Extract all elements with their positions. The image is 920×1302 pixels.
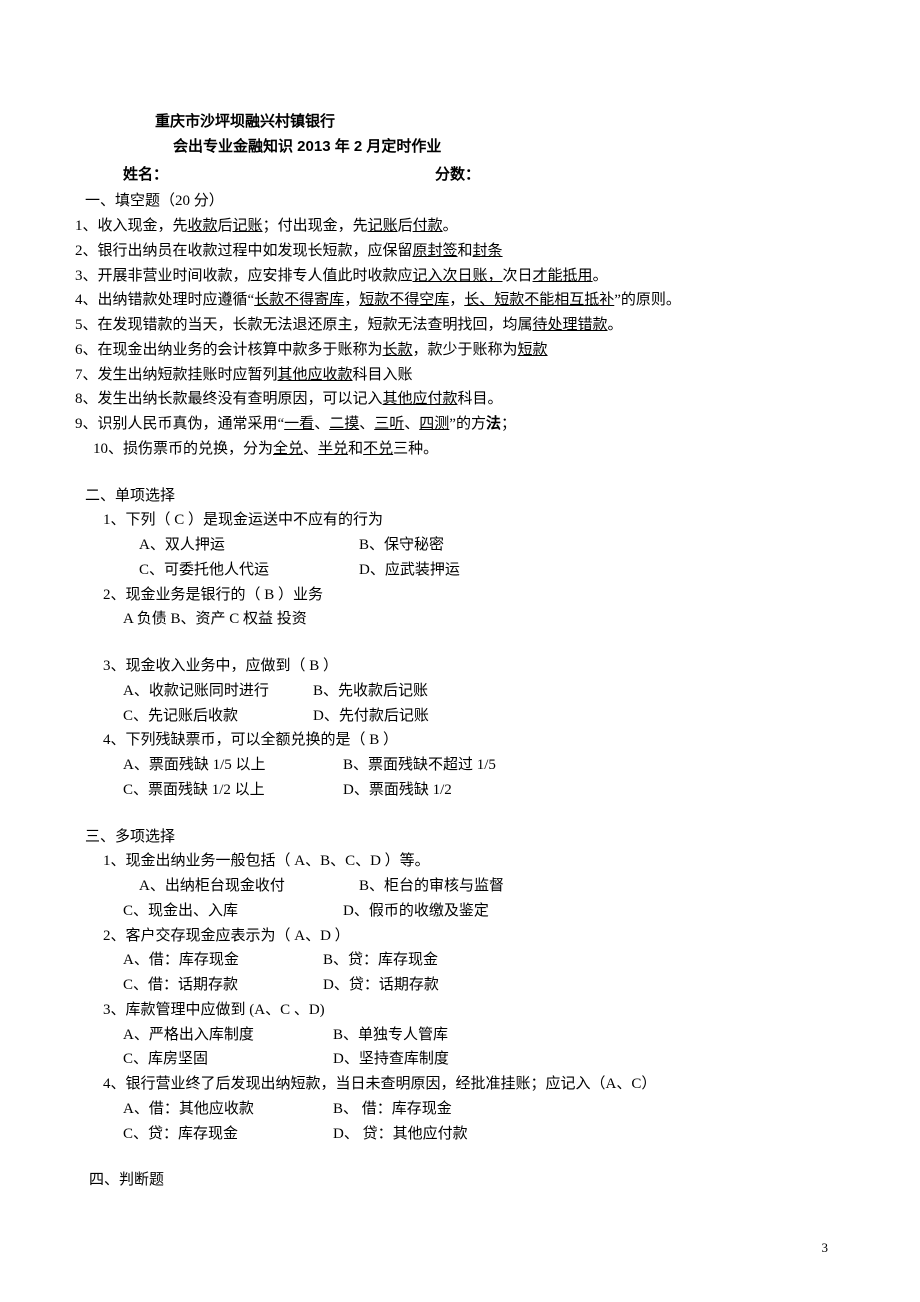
multi-q2-c: C、借：话期存款 [123,973,323,998]
multi-q2-d: D、贷：话期存款 [323,973,439,998]
multi-q3-d: D、坚持查库制度 [333,1047,449,1072]
multi-q1-opts-row2: C、现金出、入库 D、假币的收缴及鉴定 [75,899,830,924]
multi-q4-d: D、 贷：其他应付款 [333,1122,468,1147]
single-q3-opts-row2: C、先记账后收款 D、先付款后记账 [75,704,830,729]
single-q4-opts-row1: A、票面残缺 1/5 以上 B、票面残缺不超过 1/5 [75,753,830,778]
org-title: 重庆市沙坪坝融兴村镇银行 [155,110,830,135]
single-q2-opts: A 负债 B、资产 C 权益 投资 [75,607,830,632]
single-q4-b: B、票面残缺不超过 1/5 [343,753,496,778]
multi-q2-opts-row2: C、借：话期存款 D、贷：话期存款 [75,973,830,998]
multi-q3-a: A、严格出入库制度 [123,1023,333,1048]
section-2-title: 二、单项选择 [75,484,830,509]
single-q4-d: D、票面残缺 1/2 [343,778,452,803]
multi-q1-a: A、出纳柜台现金收付 [139,874,359,899]
multi-q1-d: D、假币的收缴及鉴定 [343,899,489,924]
single-q3-b: B、先收款后记账 [313,679,428,704]
single-q3-d: D、先付款后记账 [313,704,429,729]
single-q3-a: A、收款记账同时进行 [123,679,313,704]
fill-q6: 6、在现金出纳业务的会计核算中款多于账称为长款，款少于账称为短款 [75,338,830,363]
doc-subtitle: 会出专业金融知识 2013 年 2 月定时作业 [155,135,830,160]
single-q1-opts-row1: A、双人押运 B、保守秘密 [75,533,830,558]
multi-q2: 2、客户交存现金应表示为（ A、D ） [75,924,830,949]
multi-q2-a: A、借：库存现金 [123,948,323,973]
single-q3-opts-row1: A、收款记账同时进行 B、先收款后记账 [75,679,830,704]
single-q3: 3、现金收入业务中，应做到（ B ） [75,654,830,679]
multi-q1-b: B、柜台的审核与监督 [359,874,504,899]
single-q2: 2、现金业务是银行的（ B ）业务 [75,583,830,608]
multi-q1-c: C、现金出、入库 [123,899,343,924]
fill-q3: 3、开展非营业时间收款，应安排专人值此时收款应记入次日账，次日才能抵用。 [75,264,830,289]
section-4-title: 四、判断题 [75,1168,830,1193]
multi-q4-c: C、贷：库存现金 [123,1122,333,1147]
single-q1-d: D、应武装押运 [359,558,460,583]
single-q1-b: B、保守秘密 [359,533,444,558]
single-q1-c: C、可委托他人代运 [139,558,359,583]
multi-q3-c: C、库房坚固 [123,1047,333,1072]
name-score-row: 姓名： 分数： [75,163,830,188]
fill-q9: 9、识别人民币真伪，通常采用“一看、二摸、三听、四测”的方法； [75,412,830,437]
multi-q1: 1、现金出纳业务一般包括（ A、B、C、D ）等。 [75,849,830,874]
fill-q8: 8、发生出纳长款最终没有查明原因，可以记入其他应付款科目。 [75,387,830,412]
fill-q4: 4、出纳错款处理时应遵循“长款不得寄库，短款不得空库，长、短款不能相互抵补”的原… [75,288,830,313]
multi-q3-b: B、单独专人管库 [333,1023,448,1048]
multi-q4-opts-row1: A、借：其他应收款 B、 借：库存现金 [75,1097,830,1122]
multi-q4-a: A、借：其他应收款 [123,1097,333,1122]
multi-q1-opts-row1: A、出纳柜台现金收付 B、柜台的审核与监督 [75,874,830,899]
single-q1-a: A、双人押运 [139,533,359,558]
single-q1-opts-row2: C、可委托他人代运 D、应武装押运 [75,558,830,583]
single-q4-c: C、票面残缺 1/2 以上 [123,778,343,803]
section-1-title: 一、填空题（20 分） [75,189,830,214]
section-3-title: 三、多项选择 [75,825,830,850]
multi-q2-b: B、贷：库存现金 [323,948,438,973]
multi-q4: 4、银行营业终了后发现出纳短款，当日未查明原因，经批准挂账；应记入（A、C） [75,1072,830,1097]
fill-q10: 10、损伤票币的兑换，分为全兑、半兑和不兑三种。 [75,437,830,462]
multi-q2-opts-row1: A、借：库存现金 B、贷：库存现金 [75,948,830,973]
fill-q1: 1、收入现金，先收款后记账；付出现金，先记账后付款。 [75,214,830,239]
multi-q4-opts-row2: C、贷：库存现金 D、 贷：其他应付款 [75,1122,830,1147]
single-q4-a: A、票面残缺 1/5 以上 [123,753,343,778]
multi-q4-b: B、 借：库存现金 [333,1097,452,1122]
single-q3-c: C、先记账后收款 [123,704,313,729]
fill-q5: 5、在发现错款的当天，长款无法退还原主，短款无法查明找回，均属待处理错款。 [75,313,830,338]
page-number: 3 [822,1237,829,1258]
single-q4: 4、下列残缺票币，可以全额兑换的是（ B ） [75,728,830,753]
score-label: 分数： [435,163,480,188]
fill-q2: 2、银行出纳员在收款过程中如发现长短款，应保留原封签和封条 [75,239,830,264]
multi-q3: 3、库款管理中应做到 (A、C 、D) [75,998,830,1023]
multi-q3-opts-row2: C、库房坚固 D、坚持查库制度 [75,1047,830,1072]
name-label: 姓名： [123,163,435,188]
single-q4-opts-row2: C、票面残缺 1/2 以上 D、票面残缺 1/2 [75,778,830,803]
single-q1: 1、下列（ C ）是现金运送中不应有的行为 [75,508,830,533]
header: 重庆市沙坪坝融兴村镇银行 会出专业金融知识 2013 年 2 月定时作业 [75,110,830,160]
multi-q3-opts-row1: A、严格出入库制度 B、单独专人管库 [75,1023,830,1048]
document-page: 重庆市沙坪坝融兴村镇银行 会出专业金融知识 2013 年 2 月定时作业 姓名：… [0,0,920,1302]
fill-q7: 7、发生出纳短款挂账时应暂列其他应收款科目入账 [75,363,830,388]
